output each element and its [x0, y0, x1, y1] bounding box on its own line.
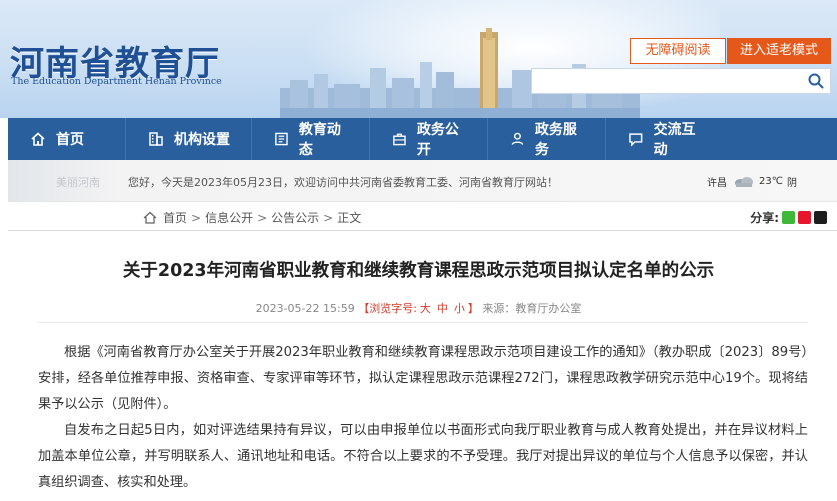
welcome-bar: 美丽河南 您好，今天是2023年05月23日，欢迎访问中共河南省委教育工委、河南… — [8, 160, 837, 202]
home-icon — [31, 132, 45, 146]
nav-label: 机构设置 — [174, 132, 230, 148]
welcome-decoration-text: 美丽河南 — [56, 176, 100, 189]
breadcrumb-home[interactable]: 首页 — [163, 209, 187, 226]
nav-label: 政务服务 — [534, 122, 577, 158]
accessibility-reading-button[interactable]: 无障碍阅读 — [630, 38, 726, 64]
article-datetime: 2023-05-22 15:59 — [255, 302, 355, 315]
nav-item-education-news[interactable]: 教育动态 — [252, 118, 370, 160]
font-size-large[interactable]: 大 — [420, 302, 431, 315]
nav-item-home[interactable]: 首页 — [8, 118, 126, 160]
article-title: 关于2023年河南省职业教育和继续教育课程思政示范项目拟认定名单的公示 — [122, 261, 715, 281]
site-logo-subtitle: The Education Department Henan Province — [11, 76, 222, 87]
nav-item-government-services[interactable]: 政务服务 — [488, 118, 606, 160]
search-box — [531, 68, 831, 94]
weather-city: 许昌 — [707, 178, 728, 189]
breadcrumb-separator: > — [257, 210, 268, 225]
news-icon — [275, 132, 288, 146]
cloud-icon — [735, 176, 754, 187]
qq-icon[interactable] — [814, 211, 827, 224]
search-icon[interactable] — [808, 73, 824, 89]
service-icon — [511, 132, 524, 145]
building-icon — [149, 132, 163, 146]
font-size-selector: 【浏览字号: 大中小】 — [358, 302, 482, 315]
breadcrumb-separator: > — [323, 210, 334, 225]
welcome-prefix: 您好，今天是 — [128, 176, 194, 189]
main-nav: 首页 机构设置 教育动态 政务公开 政务服务 交流互动 — [8, 118, 837, 160]
breadcrumb: 首页 > 信息公开 > 公告公示 > 正文 — [143, 209, 361, 226]
breadcrumb-info-public[interactable]: 信息公开 — [205, 209, 253, 226]
breadcrumb-current: 正文 — [337, 211, 362, 225]
meta-divider — [38, 322, 808, 323]
welcome-suffix: ，欢迎访问中共河南省委教育工委、河南省教育厅网站！ — [283, 176, 558, 189]
weather-temp: 23℃ — [759, 176, 783, 187]
nav-label: 政务公开 — [416, 122, 459, 158]
article-meta: 2023-05-22 15:59 【浏览字号: 大中小】 来源：教育厅办公室 — [0, 300, 837, 316]
home-icon — [143, 211, 157, 224]
article-body: 根据《河南省教育厅办公室关于开展2023年职业教育和继续教育课程思政示范项目建设… — [38, 340, 808, 496]
share-bar: 分享: — [750, 209, 827, 226]
weather-widget: 许昌 23℃ 阴 — [707, 174, 797, 189]
font-size-small[interactable]: 小 — [454, 302, 465, 315]
search-input[interactable] — [532, 69, 802, 93]
nav-item-interaction[interactable]: 交流互动 — [606, 118, 726, 160]
font-size-prefix: 【浏览字号: — [358, 302, 417, 315]
breadcrumb-separator: > — [191, 210, 202, 225]
nav-label: 教育动态 — [298, 122, 341, 158]
breadcrumb-divider — [8, 230, 837, 231]
elderly-mode-button[interactable]: 进入适老模式 — [727, 38, 831, 64]
article-paragraph: 自发布之日起5日内，如对评选结果持有异议，可以由申报单位以书面形式向我厅职业教育… — [38, 423, 808, 490]
nav-item-government-affairs[interactable]: 政务公开 — [370, 118, 488, 160]
weibo-icon[interactable] — [798, 211, 811, 224]
briefcase-icon — [393, 133, 406, 146]
article-paragraph: 根据《河南省教育厅办公室关于开展2023年职业教育和继续教育课程思政示范项目建设… — [38, 345, 808, 412]
nav-item-organization[interactable]: 机构设置 — [126, 118, 252, 160]
current-date: 2023年05月23日 — [194, 176, 283, 189]
welcome-message: 您好，今天是2023年05月23日，欢迎访问中共河南省委教育工委、河南省教育厅网… — [128, 174, 558, 190]
chat-icon — [629, 133, 643, 147]
weather-condition: 阴 — [787, 178, 797, 189]
nav-label: 首页 — [56, 132, 84, 148]
share-label: 分享: — [750, 211, 779, 225]
font-size-medium[interactable]: 中 — [437, 302, 448, 315]
nav-label: 交流互动 — [653, 122, 696, 158]
header-banner: 河南省教育厅 The Education Department Henan Pr… — [0, 0, 837, 118]
article-source: 来源：教育厅办公室 — [482, 302, 582, 315]
breadcrumb-announcements[interactable]: 公告公示 — [271, 209, 319, 226]
wechat-icon[interactable] — [782, 211, 795, 224]
font-size-suffix: 】 — [467, 302, 479, 315]
